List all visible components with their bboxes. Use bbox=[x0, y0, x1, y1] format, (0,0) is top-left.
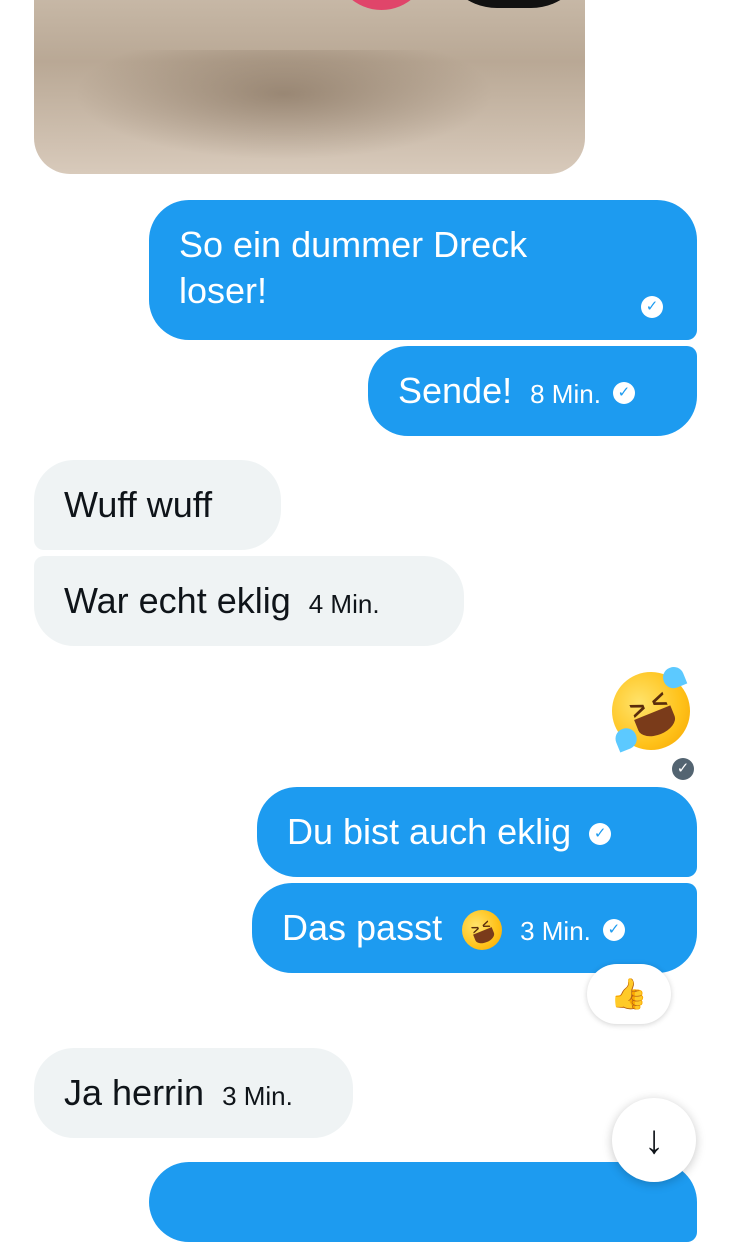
scroll-to-bottom-button[interactable]: ↓ bbox=[612, 1098, 696, 1182]
message-text: Das passt bbox=[282, 907, 443, 948]
thumbs-up-icon: 👍 bbox=[610, 977, 648, 1011]
image-message[interactable] bbox=[34, 0, 585, 174]
image-shading bbox=[74, 50, 494, 160]
image-dark-object bbox=[439, 0, 585, 8]
message-text: Wuff wuff bbox=[64, 484, 213, 525]
check-circle-icon: ✓ bbox=[602, 919, 625, 942]
message-sent[interactable]: Sende! 8 Min. ✓ bbox=[368, 346, 697, 436]
message-sent[interactable]: Du bist auch eklig ✓ bbox=[257, 787, 697, 877]
message-time: 4 Min. bbox=[308, 589, 380, 619]
message-text: Ja herrin bbox=[64, 1072, 205, 1113]
message-sent[interactable]: Das passt 🤣 > < 3 Min.✓ bbox=[252, 883, 697, 973]
rolling-laughing-emoji-icon: > < bbox=[600, 660, 702, 762]
rolling-laughing-emoji-icon: > < bbox=[456, 904, 509, 957]
message-text: War echt eklig bbox=[64, 580, 291, 621]
check-circle-icon: ✓ bbox=[612, 382, 635, 405]
message-sent-partial[interactable] bbox=[149, 1162, 697, 1242]
message-time: 3 Min. bbox=[222, 1081, 293, 1111]
message-received[interactable]: War echt eklig 4 Min. bbox=[34, 556, 464, 646]
message-time: 3 Min. bbox=[520, 916, 591, 946]
arrow-down-icon: ↓ bbox=[644, 1117, 664, 1162]
message-time: 8 Min. bbox=[530, 379, 601, 409]
check-circle-icon: ✓ bbox=[672, 758, 694, 780]
message-received[interactable]: Ja herrin 3 Min. bbox=[34, 1048, 353, 1138]
message-received[interactable]: Wuff wuff bbox=[34, 460, 281, 550]
check-circle-icon: ✓ bbox=[589, 823, 612, 846]
thumbs-up-reaction[interactable]: 👍 bbox=[587, 964, 671, 1024]
message-text: Du bist auch eklig bbox=[287, 811, 572, 852]
check-circle-icon: ✓ bbox=[641, 296, 663, 318]
message-emoji[interactable]: 🤣 > < bbox=[600, 660, 702, 762]
message-sent[interactable]: So ein dummer Dreck loser! ✓ bbox=[149, 200, 697, 340]
image-pink-object bbox=[334, 0, 429, 10]
message-text: So ein dummer Dreck loser! bbox=[179, 224, 528, 311]
message-text: Sende! bbox=[398, 370, 513, 411]
